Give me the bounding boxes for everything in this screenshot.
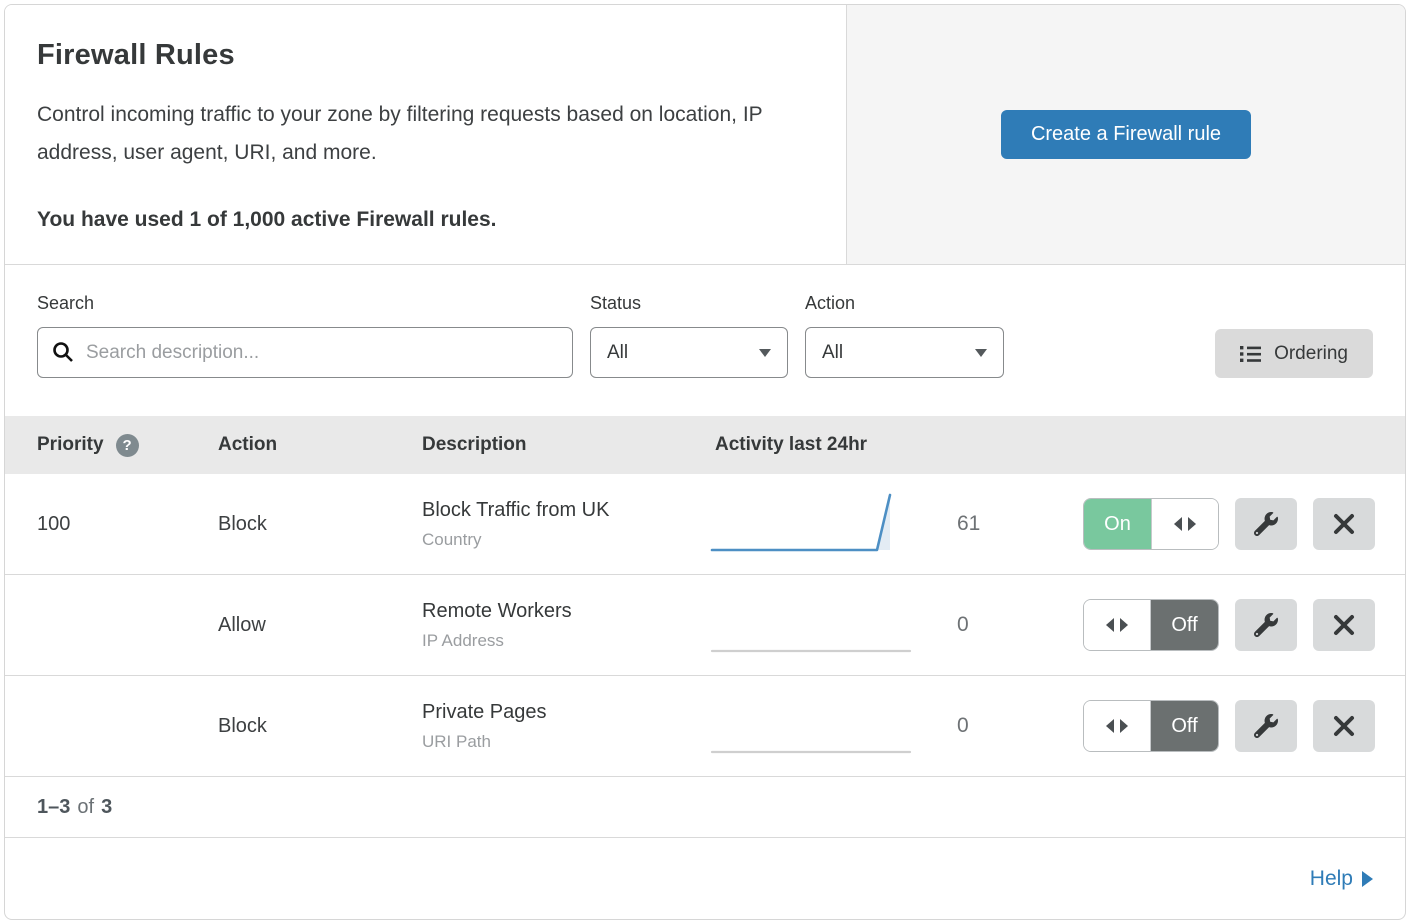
header-action-panel: Create a Firewall rule [846, 5, 1405, 264]
rule-description: Private Pages URI Path [422, 701, 705, 752]
column-description: Description [422, 434, 705, 456]
pagination-bar: 1–3 of 3 [5, 777, 1405, 838]
activity-count: 61 [957, 512, 1019, 536]
row-controls: Off [1083, 599, 1405, 651]
table-row: 100 Block Block Traffic from UK Country … [5, 474, 1405, 575]
arrow-right-icon [1362, 871, 1373, 887]
arrow-right-icon [1188, 517, 1196, 531]
action-select[interactable]: All [805, 327, 1004, 378]
page-description: Control incoming traffic to your zone by… [37, 96, 806, 172]
x-icon [1333, 614, 1355, 636]
filter-bar: Search Status All Action All [5, 265, 1405, 416]
header-text-panel: Firewall Rules Control incoming traffic … [5, 5, 846, 264]
firewall-rules-card: Firewall Rules Control incoming traffic … [4, 4, 1406, 920]
ordering-button[interactable]: Ordering [1215, 329, 1373, 378]
rule-action: Block [218, 715, 422, 738]
toggle-knob [1084, 701, 1151, 751]
rule-enable-toggle[interactable]: On [1083, 498, 1219, 550]
rule-priority: 100 [5, 513, 218, 536]
rule-action: Block [218, 513, 422, 536]
search-input-wrap [37, 327, 573, 378]
arrow-right-icon [1120, 719, 1128, 733]
chevron-down-icon [975, 349, 987, 357]
rule-enable-toggle[interactable]: Off [1083, 700, 1219, 752]
edit-rule-button[interactable] [1235, 498, 1297, 550]
rule-description-title: Private Pages [422, 701, 705, 724]
toggle-state-label: On [1084, 499, 1151, 549]
edit-rule-button[interactable] [1235, 599, 1297, 651]
rule-match-type: IP Address [422, 631, 705, 651]
table-row: Block Private Pages URI Path 0 Off [5, 676, 1405, 777]
search-input[interactable] [37, 327, 573, 378]
toggle-state-label: Off [1151, 701, 1218, 751]
toggle-knob [1151, 499, 1218, 549]
header-section: Firewall Rules Control incoming traffic … [5, 5, 1405, 265]
page-title: Firewall Rules [37, 39, 806, 72]
delete-rule-button[interactable] [1313, 599, 1375, 651]
activity-sparkline [705, 690, 935, 763]
column-activity: Activity last 24hr [705, 434, 935, 456]
activity-count: 0 [957, 613, 1019, 637]
status-select[interactable]: All [590, 327, 788, 378]
arrow-right-icon [1120, 618, 1128, 632]
ordering-button-label: Ordering [1274, 343, 1348, 365]
action-selected-value: All [822, 342, 843, 364]
activity-sparkline [705, 589, 935, 662]
column-action: Action [218, 434, 422, 456]
arrow-left-icon [1106, 719, 1114, 733]
search-group: Search [37, 293, 573, 378]
rule-description: Block Traffic from UK Country [422, 499, 705, 550]
status-label: Status [590, 293, 788, 314]
create-firewall-rule-button[interactable]: Create a Firewall rule [1001, 110, 1251, 159]
rule-enable-toggle[interactable]: Off [1083, 599, 1219, 651]
list-ordering-icon [1240, 345, 1262, 363]
x-icon [1333, 513, 1355, 535]
rule-match-type: Country [422, 530, 705, 550]
delete-rule-button[interactable] [1313, 498, 1375, 550]
activity-sparkline [705, 488, 935, 561]
pagination-range: 1–3 [37, 796, 70, 819]
delete-rule-button[interactable] [1313, 700, 1375, 752]
chevron-down-icon [759, 349, 771, 357]
edit-rule-button[interactable] [1235, 700, 1297, 752]
wrench-icon [1254, 512, 1278, 536]
search-label: Search [37, 293, 573, 314]
help-link[interactable]: Help [1310, 867, 1373, 891]
help-link-label: Help [1310, 867, 1353, 891]
row-controls: Off [1083, 700, 1405, 752]
question-mark-icon[interactable]: ? [116, 434, 139, 457]
rule-description-title: Block Traffic from UK [422, 499, 705, 522]
toggle-knob [1084, 600, 1151, 650]
action-group: Action All [805, 293, 1004, 378]
column-priority: Priority ? [5, 434, 218, 457]
table-header-row: Priority ? Action Description Activity l… [5, 416, 1405, 474]
wrench-icon [1254, 613, 1278, 637]
column-priority-label: Priority [37, 434, 104, 456]
rule-description: Remote Workers IP Address [422, 600, 705, 651]
rule-match-type: URI Path [422, 732, 705, 752]
arrow-left-icon [1106, 618, 1114, 632]
status-selected-value: All [607, 342, 628, 364]
search-icon [51, 340, 75, 364]
usage-note: You have used 1 of 1,000 active Firewall… [37, 208, 806, 232]
x-icon [1333, 715, 1355, 737]
rule-description-title: Remote Workers [422, 600, 705, 623]
arrow-left-icon [1174, 517, 1182, 531]
action-label: Action [805, 293, 1004, 314]
toggle-state-label: Off [1151, 600, 1218, 650]
wrench-icon [1254, 714, 1278, 738]
footer-bar: Help [5, 838, 1405, 919]
row-controls: On [1083, 498, 1405, 550]
pagination-of-label: of [77, 796, 94, 819]
table-row: Allow Remote Workers IP Address 0 Off [5, 575, 1405, 676]
pagination-total: 3 [101, 796, 112, 819]
status-group: Status All [590, 293, 788, 378]
rule-action: Allow [218, 614, 422, 637]
activity-count: 0 [957, 714, 1019, 738]
